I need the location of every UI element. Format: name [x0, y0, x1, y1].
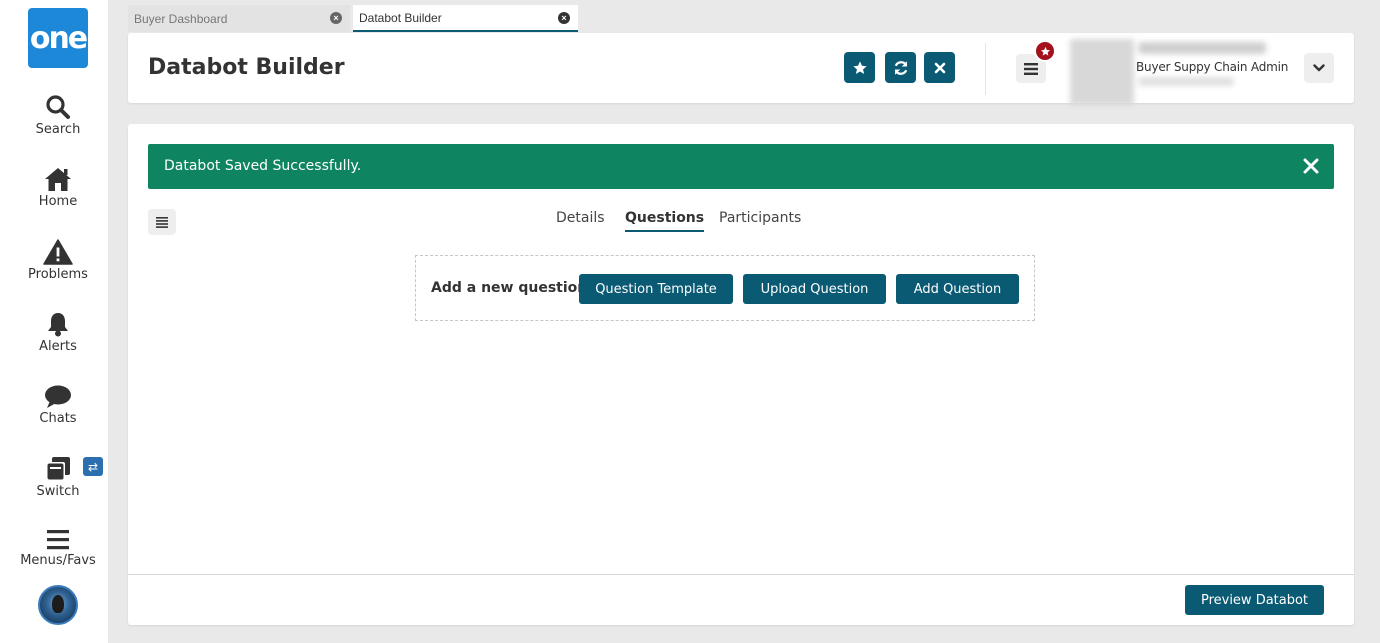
- list-view-button[interactable]: [148, 209, 176, 235]
- page-title: Databot Builder: [148, 55, 345, 80]
- page-header: Databot Builder Buyer Suppy Chain Admin: [128, 33, 1354, 105]
- nav-problems-label: Problems: [28, 267, 88, 282]
- nav-menus-favs-label: Menus/Favs: [20, 553, 96, 568]
- nav-problems[interactable]: Problems: [0, 239, 116, 282]
- nav-alerts[interactable]: Alerts: [0, 311, 116, 354]
- tab-label: Databot Builder: [359, 10, 442, 25]
- subtab-questions[interactable]: Questions: [625, 210, 705, 232]
- footer-divider: [128, 574, 1354, 575]
- app-logo[interactable]: one: [28, 8, 88, 68]
- user-name-redacted: [1138, 42, 1266, 54]
- user-photo: [1070, 39, 1134, 105]
- nav-search-label: Search: [35, 122, 81, 137]
- user-role: Buyer Suppy Chain Admin: [1136, 60, 1289, 74]
- left-sidebar: one Search Home Problems Alerts Chats Sw…: [0, 0, 108, 643]
- star-icon: [852, 60, 867, 74]
- hamburger-icon: [47, 530, 69, 550]
- chat-icon: [45, 385, 71, 408]
- warning-icon: [43, 239, 73, 265]
- subtab-details[interactable]: Details: [556, 210, 605, 226]
- nav-switch-label: Switch: [36, 484, 80, 499]
- star-icon: [1040, 46, 1050, 56]
- search-icon: [46, 95, 70, 119]
- favorites-star-badge: [1034, 40, 1056, 62]
- header-divider: [985, 43, 986, 95]
- switch-badge-icon[interactable]: ⇄: [83, 457, 103, 476]
- refresh-button[interactable]: [885, 52, 916, 83]
- hamburger-icon: [1024, 62, 1038, 75]
- question-template-button[interactable]: Question Template: [579, 274, 733, 304]
- close-icon[interactable]: ×: [558, 12, 570, 24]
- nav-menus-favs[interactable]: Menus/Favs: [0, 529, 116, 568]
- home-icon: [45, 168, 71, 191]
- user-menu-dropdown[interactable]: [1304, 53, 1334, 83]
- nav-alerts-label: Alerts: [39, 339, 77, 354]
- subtab-participants[interactable]: Participants: [719, 210, 801, 226]
- nav-home[interactable]: Home: [0, 166, 116, 209]
- preview-databot-button[interactable]: Preview Databot: [1185, 585, 1324, 615]
- tab-buyer-dashboard[interactable]: Buyer Dashboard ×: [128, 5, 350, 32]
- main-panel: Databot Saved Successfully. Details Ques…: [128, 124, 1354, 625]
- close-icon: [934, 62, 945, 73]
- user-avatar[interactable]: [38, 585, 78, 625]
- nav-chats-label: Chats: [39, 411, 77, 426]
- add-question-panel: Add a new question Question Template Upl…: [415, 255, 1035, 321]
- nav-chats[interactable]: Chats: [0, 385, 116, 426]
- nav-search[interactable]: Search: [0, 94, 116, 137]
- close-page-button[interactable]: [924, 52, 955, 83]
- close-icon[interactable]: [1302, 157, 1320, 175]
- chevron-down-icon: [1313, 64, 1325, 72]
- bell-icon: [48, 313, 68, 337]
- favorite-button[interactable]: [844, 52, 875, 83]
- upload-question-button[interactable]: Upload Question: [743, 274, 886, 304]
- nav-home-label: Home: [38, 194, 78, 209]
- user-org-redacted: [1138, 77, 1234, 86]
- switch-icon: [46, 457, 70, 481]
- tab-databot-builder[interactable]: Databot Builder ×: [353, 5, 578, 32]
- close-icon[interactable]: ×: [330, 12, 342, 24]
- add-question-button[interactable]: Add Question: [896, 274, 1019, 304]
- list-icon: [156, 216, 168, 228]
- add-question-label: Add a new question: [431, 280, 588, 296]
- success-alert: Databot Saved Successfully.: [148, 144, 1334, 189]
- tab-label: Buyer Dashboard: [134, 11, 228, 26]
- alert-message: Databot Saved Successfully.: [164, 158, 362, 174]
- refresh-icon: [894, 60, 907, 75]
